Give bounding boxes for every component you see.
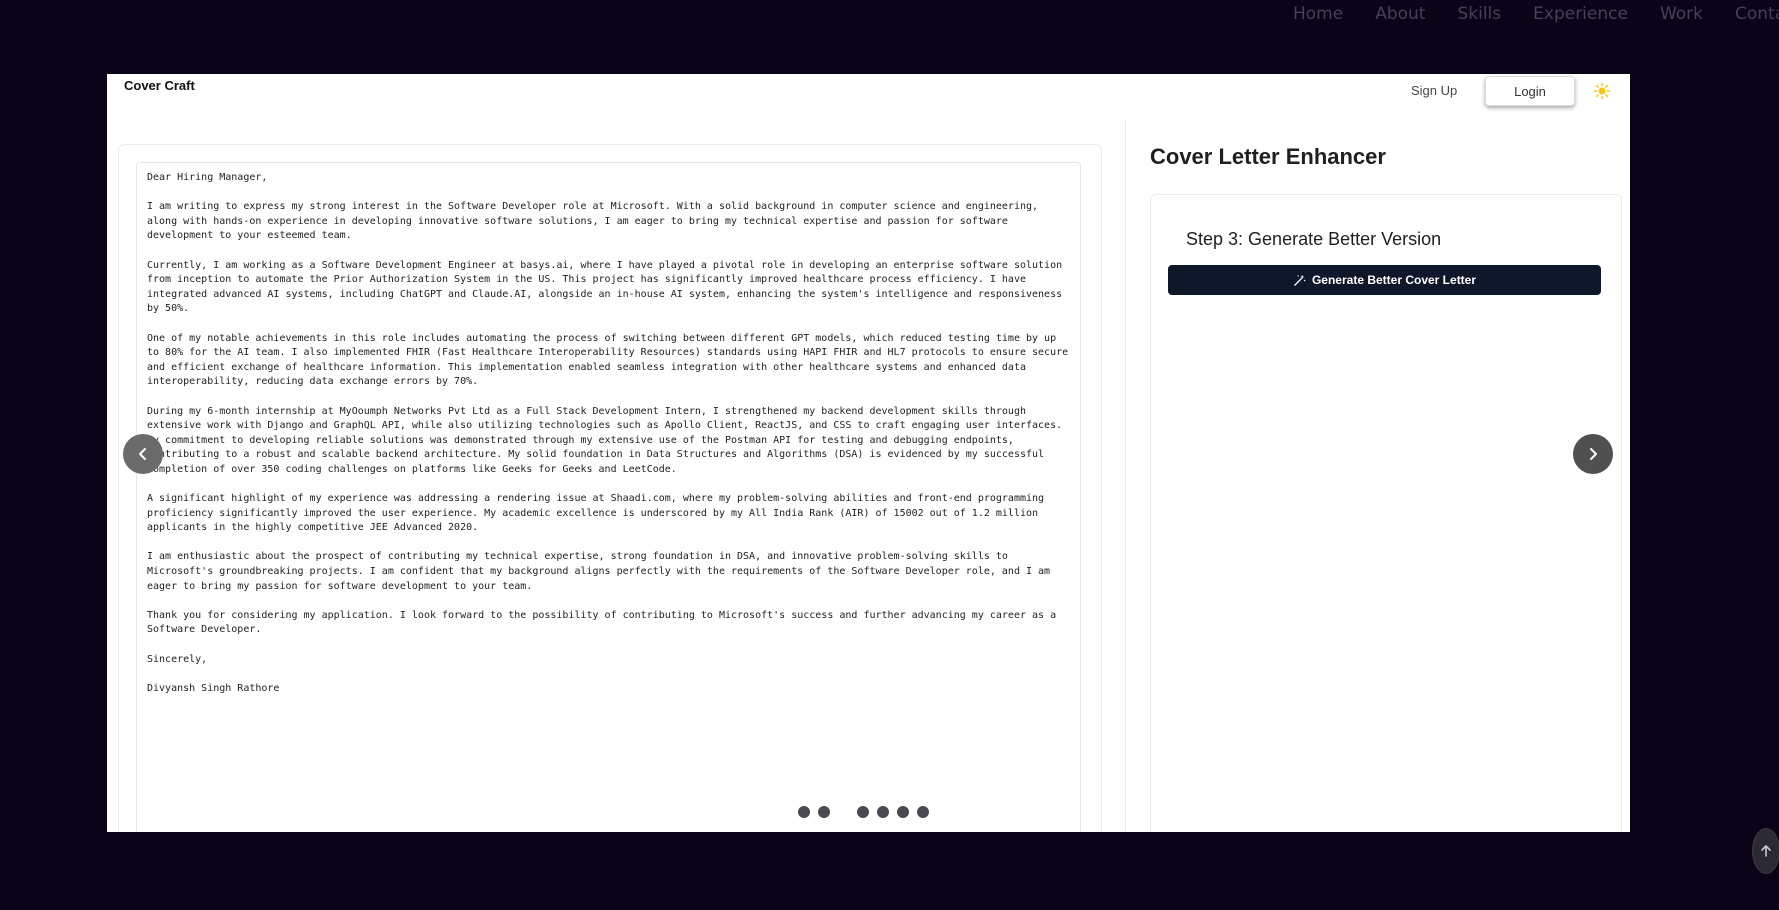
- enhancer-title: Cover Letter Enhancer: [1150, 144, 1386, 169]
- sun-icon[interactable]: [1593, 82, 1611, 100]
- generate-label: Generate Better Cover Letter: [1311, 273, 1477, 287]
- letter-paragraph: Sincerely,: [147, 653, 208, 665]
- nav-skills[interactable]: Skills: [1457, 4, 1501, 24]
- letter-paragraph: Currently, I am working as a Software De…: [147, 259, 1063, 315]
- magic-wand-icon: [1294, 274, 1306, 286]
- cover-letter-text[interactable]: Dear Hiring Manager, I am writing to exp…: [136, 162, 1081, 832]
- carousel-next-button[interactable]: [1573, 434, 1613, 474]
- generate-button[interactable]: Generate Better Cover Letter: [1168, 265, 1601, 295]
- carousel-dot[interactable]: [877, 806, 889, 818]
- carousel-dot[interactable]: [798, 806, 810, 818]
- carousel-dot[interactable]: [857, 806, 869, 818]
- site-nav: Home About Skills Experience Work Contac: [0, 0, 1779, 30]
- letter-paragraph: A significant highlight of my experience…: [147, 493, 1045, 534]
- nav-contact[interactable]: Contac: [1735, 4, 1779, 24]
- letter-panel: Dear Hiring Manager, I am writing to exp…: [118, 144, 1102, 832]
- app-frame: Cover Craft Sign Up Login Dear Hiring Ma…: [107, 74, 1630, 832]
- arrow-up-icon: [1761, 845, 1771, 857]
- carousel-dot[interactable]: [897, 806, 909, 818]
- letter-paragraph: I am writing to express my strong intere…: [147, 201, 1039, 242]
- step-title: Step 3: Generate Better Version: [1186, 229, 1442, 249]
- chevron-right-icon: [1590, 448, 1597, 460]
- signup-button[interactable]: Sign Up: [1411, 83, 1457, 98]
- letter-paragraph: Dear Hiring Manager,: [147, 172, 268, 183]
- carousel-dot[interactable]: [818, 806, 830, 818]
- scroll-top-button[interactable]: [1752, 828, 1779, 874]
- letter-paragraph: I am enthusiastic about the prospect of …: [147, 551, 1051, 592]
- letter-paragraph: Divyansh Singh Rathore: [147, 682, 280, 694]
- chevron-left-icon: [139, 448, 146, 460]
- site-nav-links: Home About Skills Experience Work Contac: [1293, 4, 1779, 24]
- enhancer-card: Step 3: Generate Better Version Generate…: [1150, 194, 1622, 832]
- login-button[interactable]: Login: [1485, 76, 1575, 106]
- panel-divider: [1125, 120, 1126, 832]
- nav-work[interactable]: Work: [1660, 4, 1703, 24]
- nav-about[interactable]: About: [1375, 4, 1425, 24]
- letter-paragraph: During my 6-month internship at MyOoumph…: [147, 405, 1063, 475]
- letter-paragraph: Thank you for considering my application…: [147, 609, 1057, 636]
- letter-paragraph: One of my notable achievements in this r…: [147, 332, 1069, 388]
- nav-experience[interactable]: Experience: [1533, 4, 1628, 24]
- nav-home[interactable]: Home: [1293, 4, 1343, 24]
- brand-logo[interactable]: Cover Craft: [124, 78, 195, 93]
- carousel-dot[interactable]: [917, 806, 929, 818]
- carousel-prev-button[interactable]: [123, 434, 163, 474]
